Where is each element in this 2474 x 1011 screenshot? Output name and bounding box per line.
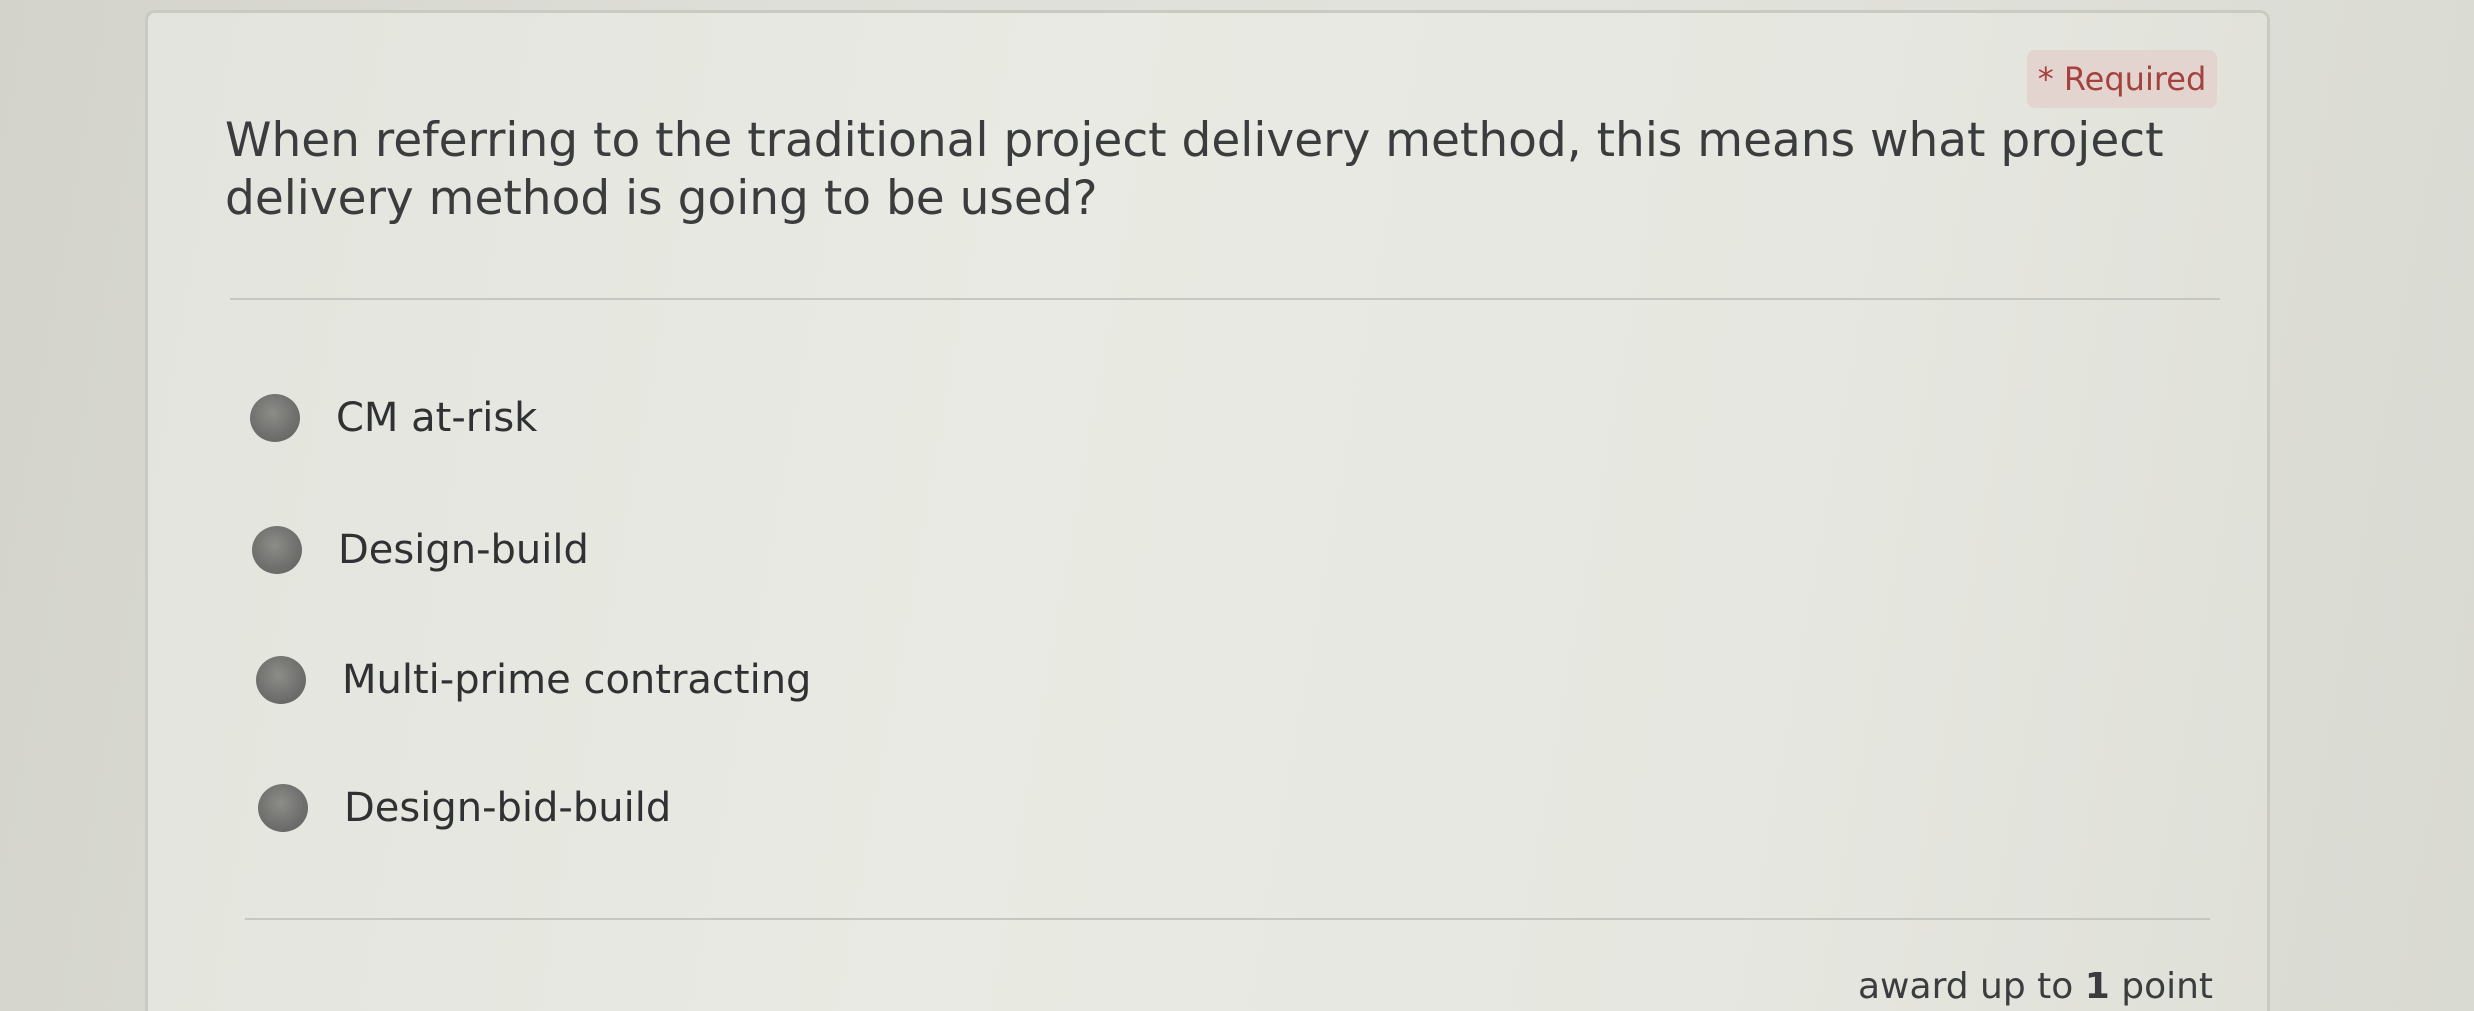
option-label: Multi-prime contracting: [342, 657, 812, 703]
option-design-bid-build[interactable]: Design-bid-build: [258, 778, 671, 838]
option-label: Design-bid-build: [344, 785, 672, 831]
divider: [245, 918, 2210, 920]
divider: [230, 298, 2220, 300]
option-label: Design-build: [338, 527, 589, 573]
page: * Required When referring to the traditi…: [0, 0, 2474, 1011]
points-suffix: point: [2109, 966, 2214, 1007]
question-text: When referring to the traditional projec…: [225, 113, 2164, 226]
points-value: 1: [2084, 966, 2110, 1007]
required-badge: * Required: [2027, 50, 2217, 108]
radio-button[interactable]: [258, 784, 308, 832]
points-info: award up to 1 point: [1858, 966, 2213, 1007]
points-prefix: award up to: [1858, 966, 2085, 1007]
radio-button[interactable]: [250, 394, 300, 442]
option-design-build[interactable]: Design-build: [252, 520, 589, 580]
option-label: CM at-risk: [336, 395, 538, 441]
radio-button[interactable]: [252, 526, 302, 574]
radio-button[interactable]: [256, 656, 306, 704]
option-multi-prime-contracting[interactable]: Multi-prime contracting: [256, 650, 811, 710]
option-cm-at-risk[interactable]: CM at-risk: [250, 388, 537, 448]
